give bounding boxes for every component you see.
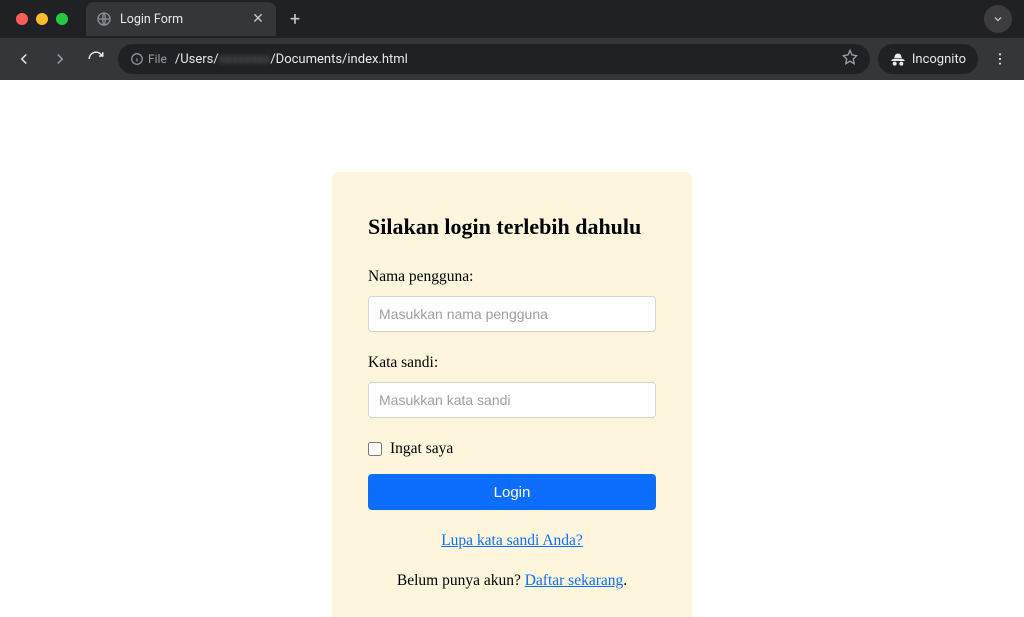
incognito-badge[interactable]: Incognito (878, 44, 978, 74)
window-minimize-button[interactable] (36, 13, 48, 25)
window-close-button[interactable] (16, 13, 28, 25)
page-viewport[interactable]: Silakan login terlebih dahulu Nama pengg… (0, 80, 1024, 617)
login-heading: Silakan login terlebih dahulu (368, 214, 656, 240)
url-scheme-label: File (148, 52, 167, 66)
tab-strip: Login Form ✕ + (0, 0, 1024, 38)
back-button[interactable] (10, 45, 38, 73)
new-tab-button[interactable]: + (282, 6, 308, 32)
url-text: /Users/xxxxxxxx/Documents/index.html (175, 52, 408, 67)
file-scheme-indicator: File (130, 52, 167, 66)
incognito-label: Incognito (912, 52, 966, 67)
reload-button[interactable] (82, 45, 110, 73)
browser-toolbar: File /Users/xxxxxxxx/Documents/index.htm… (0, 38, 1024, 80)
tab-title: Login Form (120, 12, 242, 27)
password-input[interactable] (368, 382, 656, 418)
password-label: Kata sandi: (368, 354, 656, 372)
signup-row: Belum punya akun? Daftar sekarang. (368, 572, 656, 590)
signup-suffix: . (623, 572, 627, 589)
incognito-icon (890, 51, 906, 67)
remember-me-checkbox[interactable] (368, 442, 382, 456)
globe-icon (96, 11, 112, 27)
bookmark-icon[interactable] (842, 49, 858, 69)
forward-button[interactable] (46, 45, 74, 73)
close-icon[interactable]: ✕ (250, 11, 266, 27)
browser-chrome: Login Form ✕ + File /Users/xxxxxxxx/Docu… (0, 0, 1024, 80)
forgot-password-link[interactable]: Lupa kata sandi Anda? (441, 532, 583, 549)
page-content: Silakan login terlebih dahulu Nama pengg… (0, 80, 1024, 617)
signup-link[interactable]: Daftar sekarang (525, 572, 624, 589)
address-bar[interactable]: File /Users/xxxxxxxx/Documents/index.htm… (118, 44, 870, 74)
window-controls (16, 13, 68, 25)
login-button[interactable]: Login (368, 474, 656, 510)
window-menu-button[interactable] (984, 5, 1012, 33)
browser-menu-button[interactable] (986, 45, 1014, 73)
window-maximize-button[interactable] (56, 13, 68, 25)
remember-me-row[interactable]: Ingat saya (368, 440, 656, 458)
forgot-password-row: Lupa kata sandi Anda? (368, 532, 656, 550)
remember-me-label: Ingat saya (390, 440, 453, 458)
browser-tab[interactable]: Login Form ✕ (86, 2, 276, 36)
signup-prompt: Belum punya akun? (397, 572, 525, 589)
username-label: Nama pengguna: (368, 268, 656, 286)
login-card: Silakan login terlebih dahulu Nama pengg… (332, 172, 692, 617)
username-input[interactable] (368, 296, 656, 332)
